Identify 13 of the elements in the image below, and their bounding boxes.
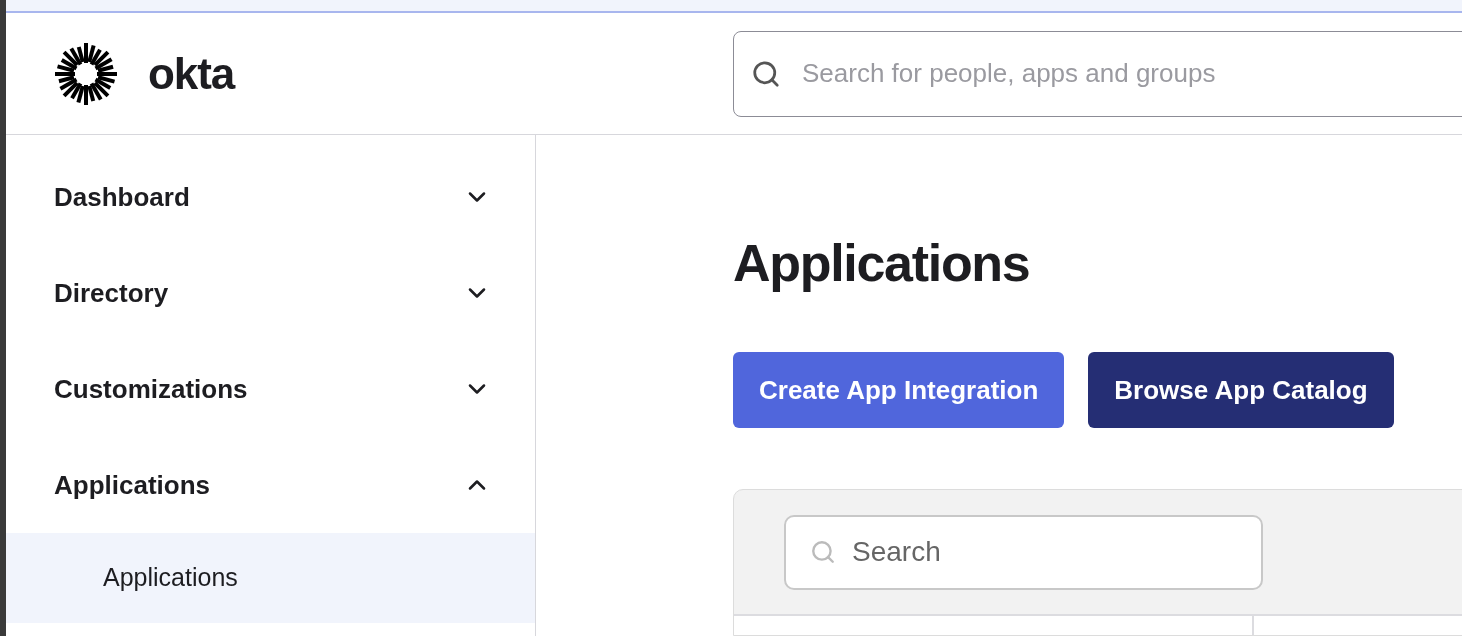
sidebar-section[interactable]: Customizations: [6, 341, 535, 437]
action-button[interactable]: Browse App Catalog: [1088, 352, 1394, 428]
search-field[interactable]: Search: [784, 514, 1263, 590]
sidebar-section[interactable]: Dashboard: [6, 149, 535, 245]
sunburst-logo-icon: [54, 41, 118, 106]
logo-wordmark: okta: [148, 51, 235, 96]
search-icon: [751, 58, 781, 89]
sidebar-section[interactable]: Applications: [6, 437, 535, 533]
sidebar-section[interactable]: Directory: [6, 245, 535, 341]
global-search-field[interactable]: Search for people, apps and groups: [733, 30, 1462, 117]
sidebar-item[interactable]: Applications: [6, 533, 535, 623]
search-icon: [810, 538, 836, 565]
action-button[interactable]: Create App Integration: [733, 352, 1065, 428]
